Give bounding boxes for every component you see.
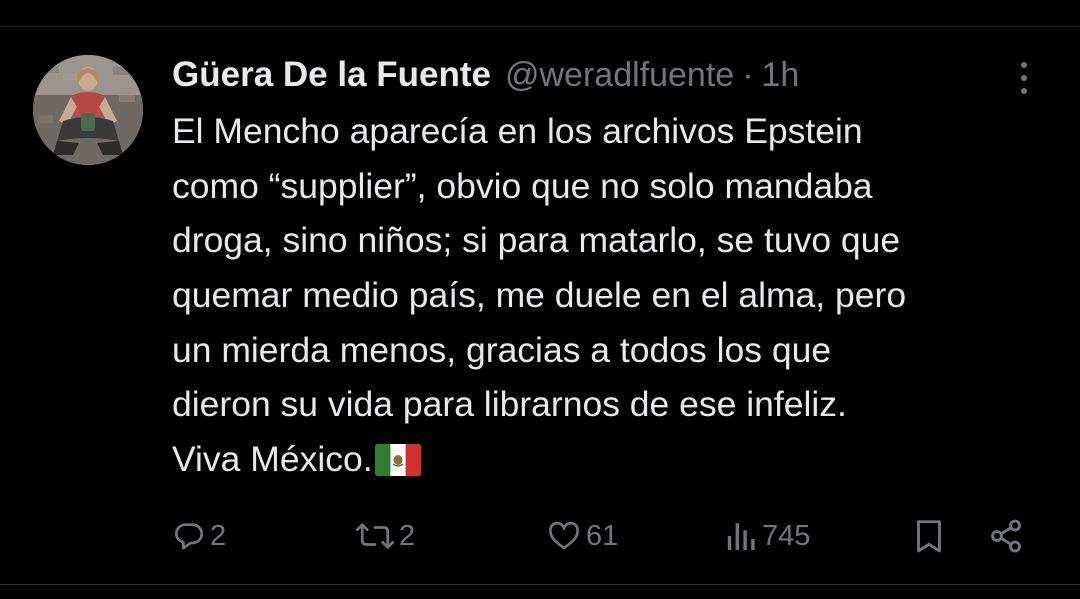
tweet-text-line: dieron su vida para librarnos de ese inf… [172, 384, 847, 425]
tweet-text-line-last: Viva México. [172, 432, 1052, 487]
separator-dot: · [742, 55, 754, 94]
like-icon [549, 521, 579, 550]
tweet-text-line: El Mencho aparecía en los archivos Epste… [172, 111, 863, 151]
tweet-actions: 2 2 61 745 [0, 510, 1080, 562]
like-button[interactable]: 61 [546, 510, 618, 562]
repost-count: 2 [399, 519, 416, 552]
bottom-divider [0, 584, 1080, 585]
share-icon [991, 519, 1021, 553]
tweet-text-line: un mierda menos, gracias a todos los que [172, 329, 832, 370]
tweet-text: El Mencho aparecía en los archivos Epste… [172, 104, 1052, 487]
top-divider [0, 26, 1080, 27]
views-icon [727, 523, 755, 551]
timestamp[interactable]: 1h [762, 56, 800, 95]
author-handle[interactable]: @weradlfuente [505, 56, 734, 95]
mexico-flag-emoji [374, 444, 421, 477]
more-options-icon[interactable] [1012, 60, 1036, 96]
bookmark-button[interactable] [912, 510, 946, 562]
share-button[interactable] [988, 510, 1024, 562]
repost-icon [355, 523, 395, 549]
tweet-text-line: como “supplier”, obvio que no solo manda… [172, 165, 873, 206]
views-count: 745 [762, 519, 811, 552]
reply-icon [174, 523, 204, 550]
tweet-text-line: quemar medio país, me duele en el alma, … [172, 275, 907, 316]
tweet-header: Güera De la Fuente @weradlfuente · 1h [172, 50, 799, 100]
avatar[interactable] [33, 55, 143, 165]
author-name[interactable]: Güera De la Fuente [172, 55, 491, 95]
views-button[interactable]: 745 [726, 510, 810, 562]
tweet-text-line: droga, sino niños; si para matarlo, se t… [172, 220, 901, 261]
like-count: 61 [586, 519, 619, 552]
repost-button[interactable]: 2 [355, 510, 415, 562]
reply-button[interactable]: 2 [172, 510, 226, 562]
avatar-photo [33, 55, 143, 165]
bookmark-icon [917, 520, 941, 553]
reply-count: 2 [210, 519, 227, 552]
tweet-text-last: Viva México. [172, 439, 373, 480]
